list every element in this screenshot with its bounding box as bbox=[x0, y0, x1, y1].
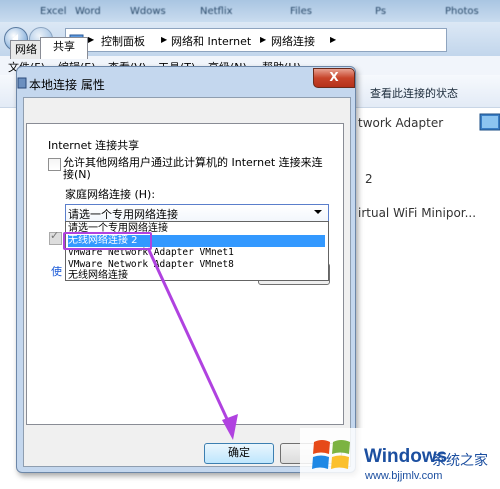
address-bar[interactable]: ▶ 控制面板 ▶ 网络和 Internet ▶ 网络连接 ▶ bbox=[65, 28, 447, 52]
desktop-icons-strip: Excel Word Wdows Netflix Files Ps Photos bbox=[0, 0, 500, 22]
adapter-number: 2 bbox=[365, 172, 373, 186]
network-icon bbox=[17, 77, 27, 89]
chevron-right-icon: ▶ bbox=[161, 35, 168, 44]
chevron-down-icon[interactable] bbox=[314, 210, 322, 214]
home-network-dropdown: 请选一个专用网络连接 无线网络连接 2 VMware Network Adapt… bbox=[65, 221, 329, 281]
settings-link[interactable]: 使 bbox=[51, 263, 62, 279]
chevron-right-icon: ▶ bbox=[260, 35, 267, 44]
virtual-wifi-adapter-label: irtual WiFi Minipor... bbox=[358, 206, 477, 220]
watermark-cn: 系统之家 bbox=[432, 453, 488, 469]
blurred-icon-label: Word bbox=[75, 6, 101, 17]
highlight-box bbox=[63, 232, 152, 250]
ics-group-label: Internet 连接共享 bbox=[48, 139, 140, 152]
blurred-icon-label: Netflix bbox=[200, 6, 233, 17]
tab-network[interactable]: 网络 bbox=[10, 40, 42, 59]
home-network-select-value: 请选一个专用网络连接 bbox=[68, 208, 178, 221]
checkmark-icon: ✓ bbox=[50, 229, 60, 242]
dialog-title: 本地连接 属性 bbox=[29, 78, 105, 92]
home-network-label: 家庭网络连接 (H): bbox=[65, 188, 156, 201]
dropdown-option[interactable]: 无线网络连接 bbox=[68, 270, 325, 282]
close-button[interactable]: X bbox=[313, 68, 355, 88]
chevron-right-icon: ▶ bbox=[88, 35, 95, 44]
breadcrumb-control-panel[interactable]: 控制面板 bbox=[101, 33, 145, 49]
blurred-icon-label: Excel bbox=[40, 6, 67, 17]
network-adapter-icon[interactable] bbox=[478, 112, 500, 138]
blurred-icon-label: Files bbox=[290, 6, 312, 17]
watermark-url: www.bjjmlv.com bbox=[365, 470, 443, 482]
adapter-label: twork Adapter bbox=[358, 116, 444, 130]
chevron-right-icon: ▶ bbox=[330, 35, 337, 44]
ok-button[interactable]: 确定 bbox=[204, 443, 274, 464]
blurred-icon-label: Ps bbox=[375, 6, 387, 17]
windows-logo-icon bbox=[312, 440, 350, 469]
allow-sharing-checkbox[interactable] bbox=[48, 158, 61, 171]
allow-sharing-label: 允许其他网络用户通过此计算机的 Internet 连接来连接(N) bbox=[63, 156, 323, 181]
tab-sharing[interactable]: 共享 bbox=[40, 37, 88, 59]
blurred-icon-label: Photos bbox=[445, 6, 479, 17]
blurred-icon-label: Wdows bbox=[130, 6, 166, 17]
breadcrumb-network-connections[interactable]: 网络连接 bbox=[271, 33, 315, 49]
breadcrumb-network-internet[interactable]: 网络和 Internet bbox=[171, 33, 251, 49]
view-connection-status[interactable]: 查看此连接的状态 bbox=[370, 85, 458, 101]
